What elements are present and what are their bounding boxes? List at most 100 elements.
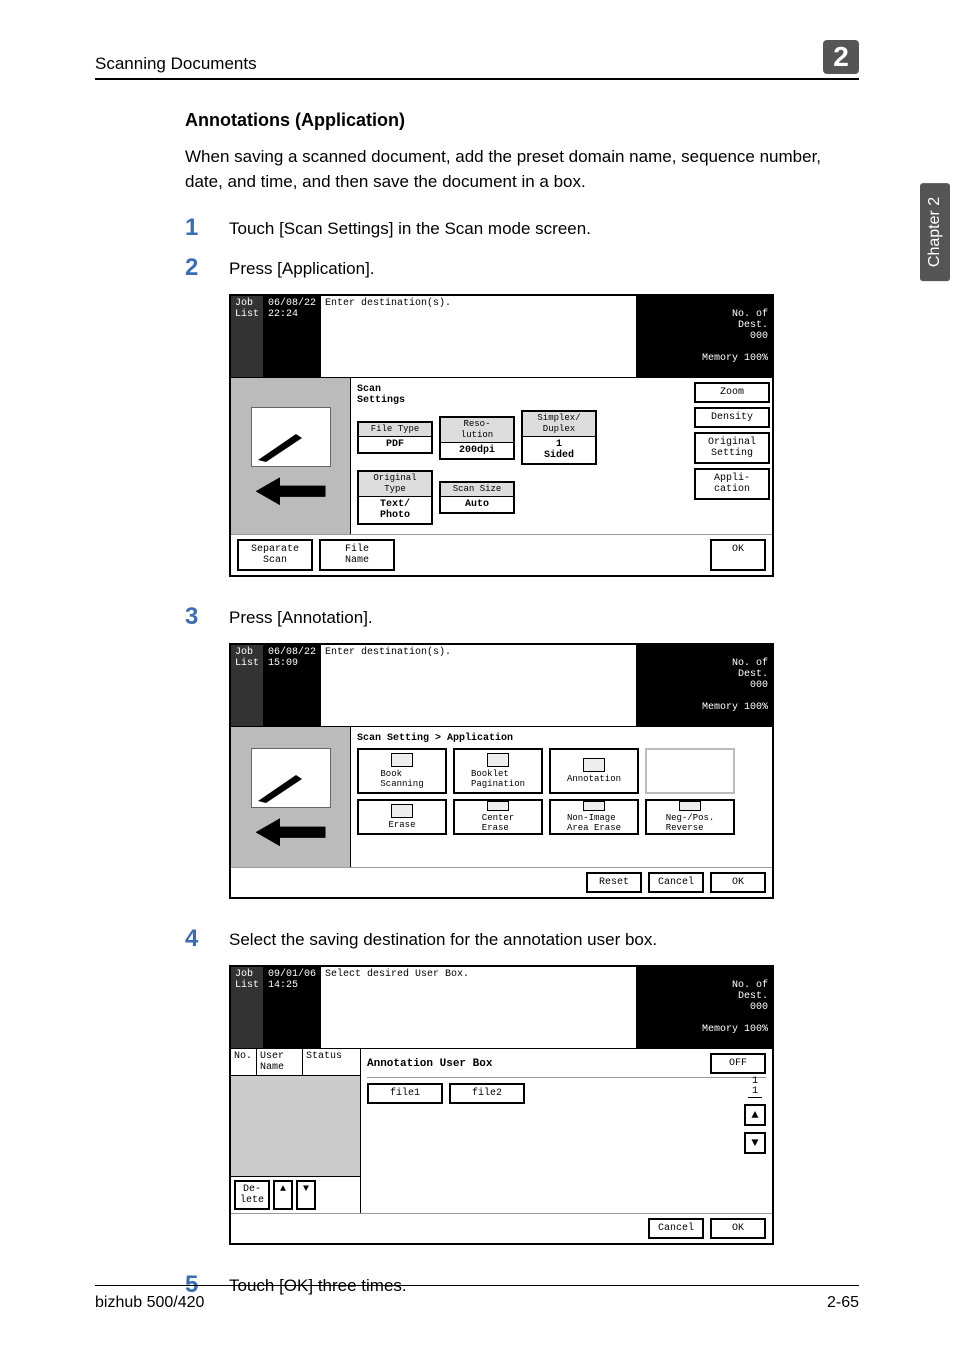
density-button[interactable]: Density (694, 407, 770, 428)
step-1-number: 1 (185, 214, 229, 242)
col-no: No. (231, 1049, 257, 1075)
blank-app-slot (645, 748, 735, 794)
scan-size-button[interactable]: Scan Size Auto (439, 481, 515, 514)
reset-button[interactable]: Reset (586, 872, 642, 893)
neg-pos-reverse-icon (679, 801, 701, 811)
datetime-label: 06/08/22 22:24 (264, 296, 321, 377)
page-fraction: 1 1 (748, 1077, 762, 1098)
footer-page-number: 2-65 (827, 1294, 859, 1312)
booklet-pagination-button[interactable]: Booklet Pagination (453, 748, 543, 794)
feather-icon (256, 432, 306, 462)
breadcrumb: Scan Setting > Application (357, 733, 766, 744)
file1-button[interactable]: file1 (367, 1083, 443, 1104)
joblist-button[interactable]: Job List (231, 967, 264, 1048)
lcd-screen-scan-settings: Job List 06/08/22 22:24 Enter destinatio… (229, 294, 774, 577)
step-4-number: 4 (185, 925, 229, 953)
back-arrow-icon[interactable] (256, 818, 326, 846)
col-status: Status (303, 1049, 360, 1075)
prompt-label: Enter destination(s). (321, 296, 637, 377)
resolution-top: Reso- lution (441, 418, 513, 443)
annotation-button[interactable]: Annotation (549, 748, 639, 794)
file-type-value: PDF (359, 437, 431, 452)
separate-scan-button[interactable]: Separate Scan (237, 539, 313, 571)
book-scanning-button[interactable]: Book Scanning (357, 748, 447, 794)
dest-label: No. of Dest. (732, 309, 768, 331)
original-type-value: Text/ Photo (359, 497, 431, 523)
intro-paragraph: When saving a scanned document, add the … (185, 145, 859, 194)
neg-pos-reverse-button[interactable]: Neg-/Pos. Reverse (645, 799, 735, 835)
dest-label: No. of Dest. (732, 980, 768, 1002)
neg-pos-reverse-label: Neg-/Pos. Reverse (666, 813, 715, 833)
original-type-button[interactable]: Original Type Text/ Photo (357, 470, 433, 525)
non-image-erase-button[interactable]: Non-Image Area Erase (549, 799, 639, 835)
step-3: 3 Press [Annotation]. (185, 603, 859, 631)
dest-count: 000 (750, 1002, 768, 1013)
resolution-value: 200dpi (441, 443, 513, 458)
original-setting-button[interactable]: Original Setting (694, 432, 770, 464)
joblist-button[interactable]: Job List (231, 296, 264, 377)
lcd-screen-application: Job List 06/08/22 15:09 Enter destinatio… (229, 643, 774, 899)
scroll-up-button[interactable]: ▲ (273, 1180, 293, 1210)
step-1: 1 Touch [Scan Settings] in the Scan mode… (185, 214, 859, 242)
step-4: 4 Select the saving destination for the … (185, 925, 859, 953)
resolution-button[interactable]: Reso- lution 200dpi (439, 416, 515, 460)
scan-settings-label: Scan Settings (357, 384, 688, 406)
erase-icon (391, 804, 413, 818)
ok-button[interactable]: OK (710, 872, 766, 893)
book-scanning-label: Book Scanning (380, 769, 423, 789)
page-up-button[interactable]: ▲ (744, 1104, 766, 1126)
dest-label: No. of Dest. (732, 658, 768, 680)
non-image-erase-icon (583, 801, 605, 811)
file-type-top: File Type (359, 423, 431, 437)
duplex-button[interactable]: Simplex/ Duplex 1 Sided (521, 410, 597, 465)
ok-button[interactable]: OK (710, 1218, 766, 1239)
footer-model: bizhub 500/420 (95, 1294, 204, 1312)
file2-button[interactable]: file2 (449, 1083, 525, 1104)
erase-button[interactable]: Erase (357, 799, 447, 835)
joblist-button[interactable]: Job List (231, 645, 264, 726)
file-type-button[interactable]: File Type PDF (357, 421, 433, 454)
lcd-screen-user-box: Job List 09/01/06 14:25 Select desired U… (229, 965, 774, 1245)
dest-count: 000 (750, 331, 768, 342)
original-type-top: Original Type (359, 472, 431, 497)
feather-icon (256, 773, 306, 803)
duplex-top: Simplex/ Duplex (523, 412, 595, 437)
section-heading: Annotations (Application) (185, 110, 859, 131)
scan-size-top: Scan Size (441, 483, 513, 497)
job-list-body (231, 1076, 360, 1176)
datetime-label: 09/01/06 14:25 (264, 967, 321, 1048)
zoom-button[interactable]: Zoom (694, 382, 770, 403)
page-down-button[interactable]: ▼ (744, 1132, 766, 1154)
col-user-name: User Name (257, 1049, 303, 1075)
booklet-pagination-icon (487, 753, 509, 767)
scroll-down-button[interactable]: ▼ (296, 1180, 316, 1210)
annotation-icon (583, 758, 605, 772)
side-tab-chapter: Chapter 2 (920, 183, 950, 281)
page-header-title: Scanning Documents (95, 54, 257, 74)
step-2: 2 Press [Application]. (185, 254, 859, 282)
step-1-text: Touch [Scan Settings] in the Scan mode s… (229, 214, 591, 242)
cancel-button[interactable]: Cancel (648, 872, 704, 893)
ok-button[interactable]: OK (710, 539, 766, 571)
cancel-button[interactable]: Cancel (648, 1218, 704, 1239)
memory-label: Memory 100% (702, 702, 768, 713)
duplex-value: 1 Sided (523, 437, 595, 463)
book-scanning-icon (391, 753, 413, 767)
step-2-text: Press [Application]. (229, 254, 375, 282)
erase-label: Erase (388, 820, 415, 830)
preview-pane (251, 748, 331, 808)
center-erase-icon (487, 801, 509, 811)
preview-pane (251, 407, 331, 467)
memory-label: Memory 100% (702, 1024, 768, 1035)
delete-button[interactable]: De- lete (234, 1180, 270, 1210)
chapter-number-badge: 2 (823, 40, 859, 74)
back-arrow-icon[interactable] (256, 477, 326, 505)
file-name-button[interactable]: File Name (319, 539, 395, 571)
off-button[interactable]: OFF (710, 1053, 766, 1074)
center-erase-button[interactable]: Center Erase (453, 799, 543, 835)
center-erase-label: Center Erase (482, 813, 514, 833)
annotation-label: Annotation (567, 774, 621, 784)
datetime-label: 06/08/22 15:09 (264, 645, 321, 726)
step-3-text: Press [Annotation]. (229, 603, 373, 631)
application-button[interactable]: Appli- cation (694, 468, 770, 500)
